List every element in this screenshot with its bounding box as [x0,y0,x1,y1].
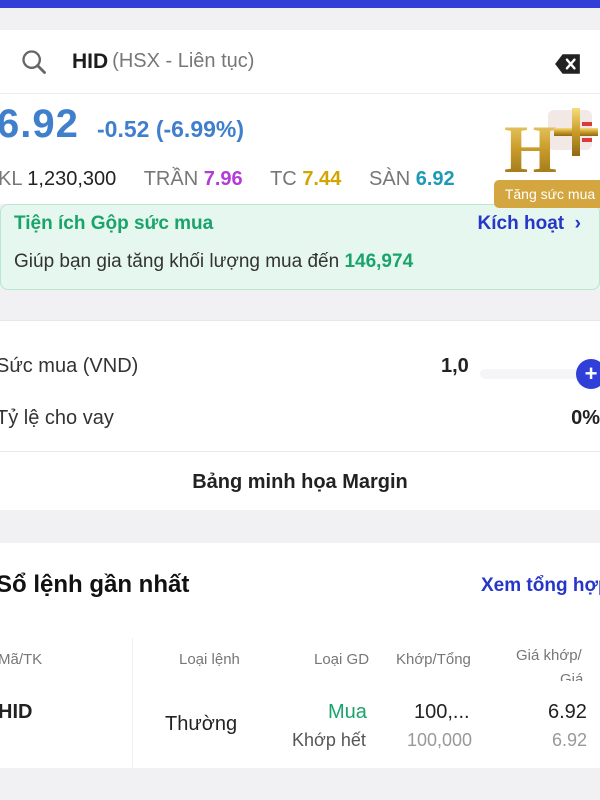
activate-label: Kích hoạt [477,213,565,234]
orders-title: Sổ lệnh gần nhất [0,571,190,598]
account-summary-panel: Sức mua (VND) 1,0 + Tỷ lệ cho vay 0% Bản… [0,320,600,510]
promo-desc-text: Giúp bạn gia tăng khối lượng mua đến [14,251,340,272]
order-matched: 100,... [414,701,470,723]
loan-ratio-value: 0% [571,407,600,429]
see-all-link[interactable]: Xem tổng hợp [481,575,600,597]
floor-value: 6.92 [415,168,455,190]
top-accent-bar [0,0,600,8]
col-price: Giá [560,671,584,681]
boost-badge[interactable]: H Tăng sức mua [494,100,600,208]
backspace-clear-icon[interactable] [554,50,582,78]
current-price: 6.92 [0,102,79,146]
floor-label: SÀN [369,168,411,190]
col-matched-total: Khớp/Tổng [396,651,471,668]
masked-value [480,369,580,379]
column-divider [132,638,133,768]
buying-power-promo[interactable]: Tiện ích Gộp sức mua Kích hoạt › Giúp bạ… [0,204,600,290]
volume-value: 1,230,300 [27,168,117,190]
exchange-info: (HSX - Liên tục) [112,50,255,72]
chevron-right-icon: › [569,213,581,234]
reference-value: 7.44 [302,168,342,190]
buying-power-label: Sức mua (VND) [0,355,139,377]
col-symbol: Mã/TK [0,651,43,668]
col-side: Loại GD [314,651,370,668]
order-total: 100,000 [407,730,473,750]
col-order-type: Loại lệnh [179,651,240,668]
recent-orders-panel: Sổ lệnh gần nhất Xem tổng hợp Mã/TK Loại… [0,543,600,768]
reference-label: TC [270,168,297,190]
gold-h-plus-icon: H [504,108,598,187]
search-bar[interactable]: HID (HSX - Liên tục) [0,30,600,94]
boost-badge-label: Tăng sức mua [494,180,600,208]
promo-amount: 146,974 [344,251,414,272]
order-match-price: 6.92 [548,701,587,723]
ceiling-value: 7.96 [203,168,243,190]
price-change: -0.52 (-6.99%) [97,116,245,142]
col-match-price: Giá khớp/ [516,647,582,664]
loan-ratio-label: Tỷ lệ cho vay [0,407,114,429]
price-stats: KL 1,230,300 TRẦN 7.96 TC 7.44 SÀN 6.92 [0,168,455,191]
promo-title: Tiện ích Gộp sức mua [14,213,214,234]
order-type: Thường [165,713,238,735]
order-price: 6.92 [552,730,588,750]
ceiling-label: TRẦN [143,168,199,190]
activate-link[interactable]: Kích hoạt › [478,213,581,235]
add-funds-icon[interactable]: + [576,359,600,389]
stock-symbol: HID [72,49,109,73]
search-icon [22,49,46,74]
order-status: Khớp hết [292,730,366,750]
volume-label: KL [0,168,22,190]
margin-table-button[interactable]: Bảng minh họa Margin [0,451,600,511]
buying-power-value: 1,0 [441,355,469,377]
order-side: Mua [328,701,367,723]
badge-letter: H [504,111,557,180]
order-symbol: HID [0,701,33,723]
promo-description: Giúp bạn gia tăng khối lượng mua đến 146… [14,251,413,273]
